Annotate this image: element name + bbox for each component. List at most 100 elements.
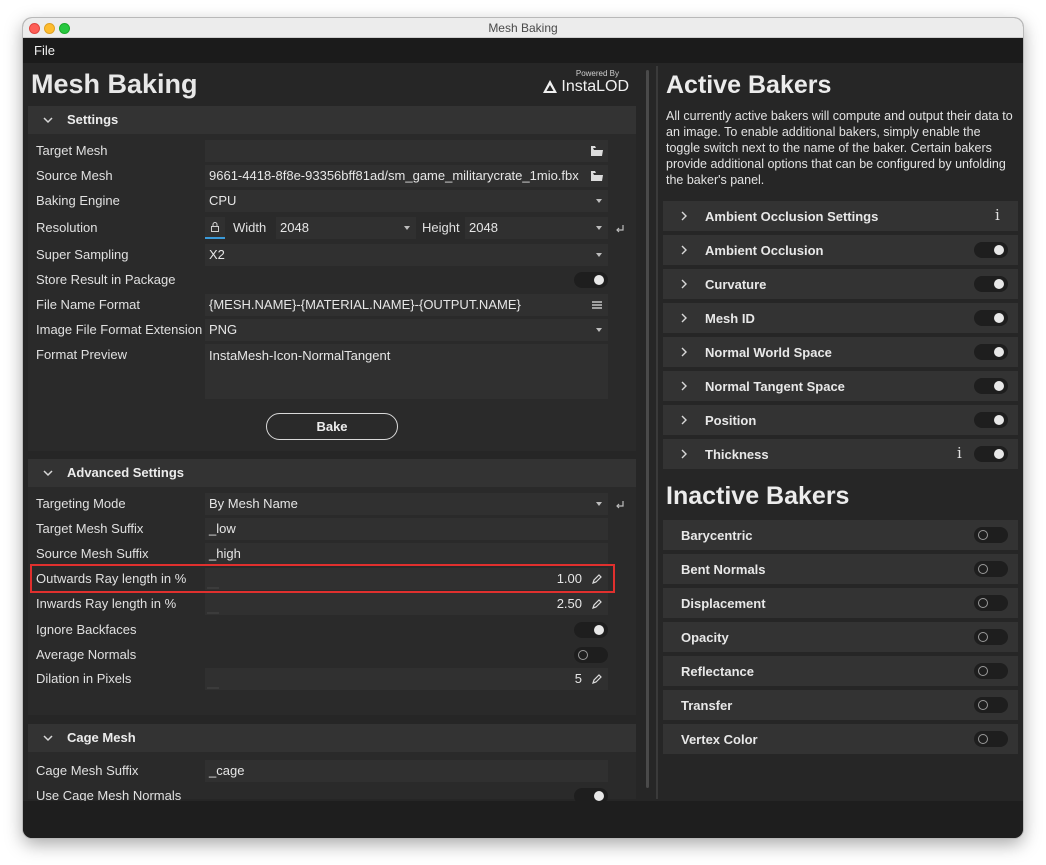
instalod-logo-icon bbox=[543, 80, 558, 93]
targeting-mode-select[interactable]: By Mesh Name bbox=[205, 493, 608, 515]
panel-divider[interactable] bbox=[656, 66, 658, 799]
baker-toggle[interactable] bbox=[974, 276, 1008, 292]
image-ext-row: Image File Format Extension PNG bbox=[28, 319, 636, 341]
menu-icon[interactable] bbox=[590, 298, 604, 312]
baker-row[interactable]: Thickness i bbox=[663, 439, 1018, 469]
baker-toggle[interactable] bbox=[974, 731, 1008, 747]
powered-by-label: Powered By bbox=[575, 69, 619, 78]
menu-bar: File bbox=[23, 38, 1023, 63]
target-mesh-field[interactable] bbox=[205, 140, 608, 162]
reset-icon[interactable] bbox=[613, 497, 627, 511]
cage-section-body: Cage Mesh Suffix _cage Use Cage Mesh Nor… bbox=[28, 752, 636, 804]
average-normals-toggle[interactable] bbox=[574, 647, 608, 663]
baker-toggle[interactable] bbox=[974, 697, 1008, 713]
baker-row[interactable]: Mesh ID bbox=[663, 303, 1018, 333]
window-title: Mesh Baking bbox=[488, 21, 558, 35]
baking-engine-select[interactable]: CPU bbox=[205, 190, 608, 212]
active-bakers-description: All currently active bakers will compute… bbox=[666, 109, 1013, 187]
super-sampling-select[interactable]: X2 bbox=[205, 244, 608, 266]
baker-row[interactable]: Vertex Color bbox=[663, 724, 1018, 754]
chevron-down-icon bbox=[43, 117, 53, 124]
chevron-down-icon bbox=[596, 199, 602, 203]
baker-toggle[interactable] bbox=[974, 663, 1008, 679]
baker-name: Barycentric bbox=[681, 528, 753, 543]
height-label: Height bbox=[422, 220, 460, 235]
baker-row[interactable]: Bent Normals bbox=[663, 554, 1018, 584]
info-icon[interactable]: i bbox=[957, 444, 962, 462]
settings-section-header[interactable]: Settings bbox=[28, 106, 636, 134]
aspect-lock-button[interactable] bbox=[205, 217, 225, 239]
settings-scrollbar[interactable] bbox=[646, 70, 649, 788]
advanced-section-header[interactable]: Advanced Settings bbox=[28, 459, 636, 487]
chevron-down-icon bbox=[596, 328, 602, 332]
source-suffix-label: Source Mesh Suffix bbox=[36, 546, 149, 561]
format-preview-label: Format Preview bbox=[36, 347, 128, 362]
chevron-down-icon bbox=[596, 502, 602, 506]
chevron-right-icon bbox=[681, 415, 687, 425]
cage-suffix-input[interactable]: _cage bbox=[205, 760, 608, 782]
highlight-box bbox=[30, 564, 615, 593]
baker-row[interactable]: Normal World Space bbox=[663, 337, 1018, 367]
baker-row[interactable]: Ambient Occlusion Settings i bbox=[663, 201, 1018, 231]
dilation-slider[interactable]: 5 bbox=[205, 668, 608, 690]
baker-toggle[interactable] bbox=[974, 378, 1008, 394]
baker-toggle[interactable] bbox=[974, 527, 1008, 543]
menu-file[interactable]: File bbox=[34, 43, 55, 58]
store-result-label: Store Result in Package bbox=[36, 272, 176, 287]
baker-row[interactable]: Position bbox=[663, 405, 1018, 435]
baker-toggle[interactable] bbox=[974, 629, 1008, 645]
ignore-backfaces-toggle[interactable] bbox=[574, 622, 608, 638]
baker-row[interactable]: Transfer bbox=[663, 690, 1018, 720]
chevron-down-icon bbox=[596, 253, 602, 257]
target-mesh-row: Target Mesh bbox=[28, 140, 636, 162]
height-select[interactable]: 2048 bbox=[465, 217, 608, 239]
baking-engine-row: Baking Engine CPU bbox=[28, 190, 636, 212]
cage-section-title: Cage Mesh bbox=[67, 730, 136, 745]
inwards-ray-slider[interactable]: 2.50 bbox=[205, 593, 608, 615]
baker-row[interactable]: Ambient Occlusion bbox=[663, 235, 1018, 265]
folder-icon[interactable] bbox=[590, 169, 604, 183]
cage-section-header[interactable]: Cage Mesh bbox=[28, 724, 636, 752]
source-suffix-input[interactable]: _high bbox=[205, 543, 608, 565]
ignore-backfaces-label: Ignore Backfaces bbox=[36, 622, 137, 637]
baker-row[interactable]: Opacity bbox=[663, 622, 1018, 652]
baker-row[interactable]: Reflectance bbox=[663, 656, 1018, 686]
targeting-mode-label: Targeting Mode bbox=[36, 496, 126, 511]
baker-row[interactable]: Normal Tangent Space bbox=[663, 371, 1018, 401]
status-bar bbox=[23, 801, 1023, 838]
folder-icon[interactable] bbox=[590, 144, 604, 158]
bake-button[interactable]: Bake bbox=[266, 413, 398, 440]
pencil-icon[interactable] bbox=[590, 672, 604, 686]
baker-name: Mesh ID bbox=[705, 311, 755, 326]
baker-toggle[interactable] bbox=[974, 310, 1008, 326]
source-mesh-field[interactable]: 9661-4418-8f8e-93356bff81ad/sm_game_mili… bbox=[205, 165, 608, 187]
file-name-format-field[interactable]: {MESH.NAME}-{MATERIAL.NAME}-{OUTPUT.NAME… bbox=[205, 294, 608, 316]
baker-name: Opacity bbox=[681, 630, 729, 645]
baker-row[interactable]: Barycentric bbox=[663, 520, 1018, 550]
cage-suffix-label: Cage Mesh Suffix bbox=[36, 763, 139, 778]
pencil-icon[interactable] bbox=[590, 597, 604, 611]
baker-name: Ambient Occlusion bbox=[705, 243, 824, 258]
baker-toggle[interactable] bbox=[974, 446, 1008, 462]
chevron-down-icon bbox=[404, 226, 410, 230]
baker-toggle[interactable] bbox=[974, 595, 1008, 611]
baker-toggle[interactable] bbox=[974, 412, 1008, 428]
info-icon[interactable]: i bbox=[995, 206, 1000, 224]
store-result-toggle[interactable] bbox=[574, 272, 608, 288]
reset-icon[interactable] bbox=[613, 221, 627, 235]
bakers-panel: Active Bakers All currently active baker… bbox=[663, 66, 1019, 799]
image-ext-select[interactable]: PNG bbox=[205, 319, 608, 341]
target-suffix-row: Target Mesh Suffix _low bbox=[28, 518, 636, 540]
baker-row[interactable]: Displacement bbox=[663, 588, 1018, 618]
baker-toggle[interactable] bbox=[974, 344, 1008, 360]
width-select[interactable]: 2048 bbox=[276, 217, 416, 239]
source-mesh-label: Source Mesh bbox=[36, 168, 113, 183]
inwards-ray-row: Inwards Ray length in % 2.50 bbox=[28, 593, 636, 615]
baker-toggle[interactable] bbox=[974, 242, 1008, 258]
ignore-backfaces-row: Ignore Backfaces bbox=[28, 619, 636, 641]
brand-name: InstaLOD bbox=[561, 78, 629, 95]
baker-row[interactable]: Curvature bbox=[663, 269, 1018, 299]
target-suffix-input[interactable]: _low bbox=[205, 518, 608, 540]
advanced-section-title: Advanced Settings bbox=[67, 465, 185, 480]
baker-toggle[interactable] bbox=[974, 561, 1008, 577]
